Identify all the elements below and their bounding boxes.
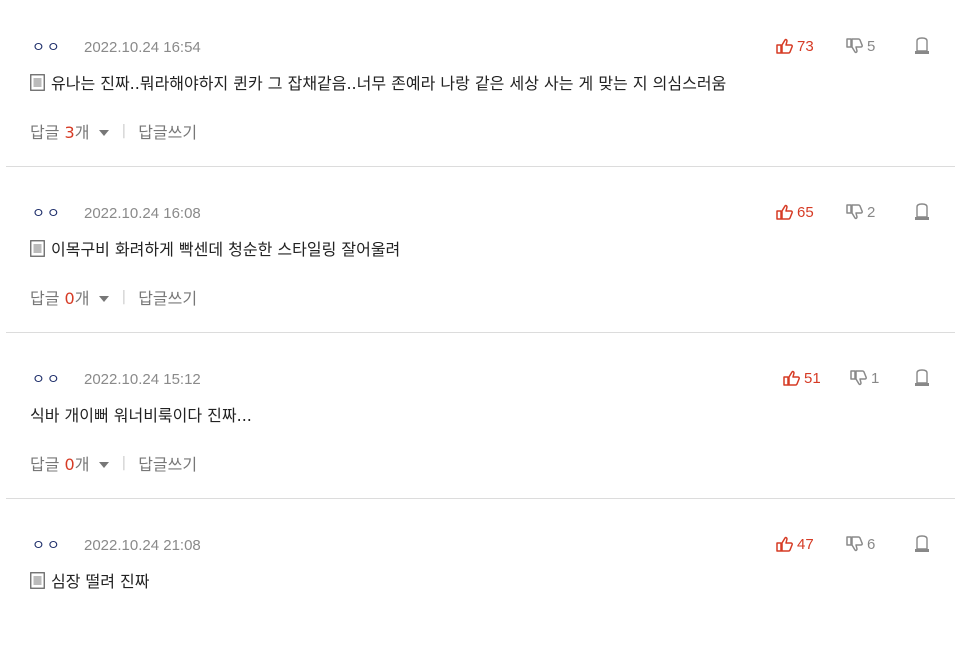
comment-actions: 답글 3개 | 답글쓰기 xyxy=(30,120,197,142)
comment-author[interactable]: ㅇㅇ xyxy=(32,369,72,389)
dislike-button[interactable]: 5 xyxy=(846,35,875,57)
comment-date: 2022.10.24 16:08 xyxy=(84,204,201,222)
report-icon[interactable] xyxy=(914,203,930,221)
reply-label: 답글 xyxy=(30,123,60,142)
reply-count: 0 xyxy=(64,289,75,308)
comment-meta: ㅇㅇ 2022.10.24 16:54 xyxy=(32,37,201,57)
reply-count: 3 xyxy=(64,123,75,142)
comment-body: 심장 떨려 진짜 xyxy=(30,569,150,591)
comment-date: 2022.10.24 21:08 xyxy=(84,536,201,554)
action-separator: | xyxy=(121,123,127,139)
caret-down-icon[interactable] xyxy=(99,461,110,468)
reply-count-suffix: 개 xyxy=(74,289,90,308)
reply-toggle[interactable]: 답글 3개 xyxy=(30,119,89,143)
write-reply-button[interactable]: 답글쓰기 xyxy=(138,119,197,143)
dislike-button[interactable]: 6 xyxy=(846,533,875,555)
like-button[interactable]: 65 xyxy=(776,201,814,223)
doc-icon xyxy=(30,73,45,91)
reply-label: 답글 xyxy=(30,455,60,474)
comment-actions: 답글 0개 | 답글쓰기 xyxy=(30,286,197,308)
reply-toggle[interactable]: 답글 0개 xyxy=(30,451,89,475)
action-separator: | xyxy=(121,455,127,471)
comment-text: 이목구비 화려하게 빡센데 청순한 스타일링 잘어울려 xyxy=(51,240,401,259)
comment-meta: ㅇㅇ 2022.10.24 15:12 xyxy=(32,369,201,389)
dislike-count: 2 xyxy=(867,203,876,221)
reply-count-suffix: 개 xyxy=(74,123,90,142)
like-count: 73 xyxy=(797,37,814,55)
write-reply-button[interactable]: 답글쓰기 xyxy=(138,285,197,309)
like-button[interactable]: 51 xyxy=(783,367,821,389)
reply-count: 0 xyxy=(64,455,75,474)
like-count: 51 xyxy=(804,369,821,387)
comment-item: ㅇㅇ 2022.10.24 16:08 65 2 이목구비 화려하게 빡센데 청… xyxy=(6,166,955,333)
comment-meta: ㅇㅇ 2022.10.24 21:08 xyxy=(32,535,201,555)
thumbs-down-icon xyxy=(850,370,867,386)
comment-actions: 답글 0개 | 답글쓰기 xyxy=(30,452,197,474)
thumbs-up-icon xyxy=(776,204,793,220)
comment-author[interactable]: ㅇㅇ xyxy=(32,535,72,555)
dislike-count: 1 xyxy=(871,369,880,387)
comment-list: ㅇㅇ 2022.10.24 16:54 73 5 유나는 진짜..뭐라해야하지 … xyxy=(0,0,960,615)
thumbs-down-icon xyxy=(846,204,863,220)
comment-text: 유나는 진짜..뭐라해야하지 퀸카 그 잡채같음..너무 존예라 나랑 같은 세… xyxy=(51,74,727,93)
dislike-button[interactable]: 1 xyxy=(850,367,879,389)
reply-count-suffix: 개 xyxy=(74,455,90,474)
reply-label: 답글 xyxy=(30,289,60,308)
comment-body: 이목구비 화려하게 빡센데 청순한 스타일링 잘어울려 xyxy=(30,237,400,259)
comment-item: ㅇㅇ 2022.10.24 15:12 51 1 식바 개이뻐 워너비룩이다 진… xyxy=(6,332,955,499)
thumbs-up-icon xyxy=(783,370,800,386)
dislike-count: 5 xyxy=(867,37,876,55)
comment-body: 식바 개이뻐 워너비룩이다 진짜... xyxy=(30,403,252,425)
thumbs-down-icon xyxy=(846,536,863,552)
comment-date: 2022.10.24 15:12 xyxy=(84,370,201,388)
comment-item: ㅇㅇ 2022.10.24 16:54 73 5 유나는 진짜..뭐라해야하지 … xyxy=(6,0,955,167)
like-button[interactable]: 47 xyxy=(776,533,814,555)
caret-down-icon[interactable] xyxy=(99,129,110,136)
thumbs-down-icon xyxy=(846,38,863,54)
comment-text: 식바 개이뻐 워너비룩이다 진짜... xyxy=(30,406,252,425)
dislike-button[interactable]: 2 xyxy=(846,201,875,223)
like-button[interactable]: 73 xyxy=(776,35,814,57)
report-icon[interactable] xyxy=(914,369,930,387)
comment-text: 심장 떨려 진짜 xyxy=(51,572,150,591)
reply-toggle[interactable]: 답글 0개 xyxy=(30,285,89,309)
doc-icon xyxy=(30,239,45,257)
report-icon[interactable] xyxy=(914,37,930,55)
like-count: 47 xyxy=(797,535,814,553)
dislike-count: 6 xyxy=(867,535,876,553)
action-separator: | xyxy=(121,289,127,305)
comment-body: 유나는 진짜..뭐라해야하지 퀸카 그 잡채같음..너무 존예라 나랑 같은 세… xyxy=(30,71,726,93)
comment-author[interactable]: ㅇㅇ xyxy=(32,203,72,223)
comment-date: 2022.10.24 16:54 xyxy=(84,38,201,56)
comment-meta: ㅇㅇ 2022.10.24 16:08 xyxy=(32,203,201,223)
comment-item: ㅇㅇ 2022.10.24 21:08 47 6 심장 떨려 진짜 xyxy=(6,498,955,664)
report-icon[interactable] xyxy=(914,535,930,553)
write-reply-button[interactable]: 답글쓰기 xyxy=(138,451,197,475)
thumbs-up-icon xyxy=(776,38,793,54)
doc-icon xyxy=(30,571,45,589)
caret-down-icon[interactable] xyxy=(99,295,110,302)
comment-author[interactable]: ㅇㅇ xyxy=(32,37,72,57)
like-count: 65 xyxy=(797,203,814,221)
thumbs-up-icon xyxy=(776,536,793,552)
